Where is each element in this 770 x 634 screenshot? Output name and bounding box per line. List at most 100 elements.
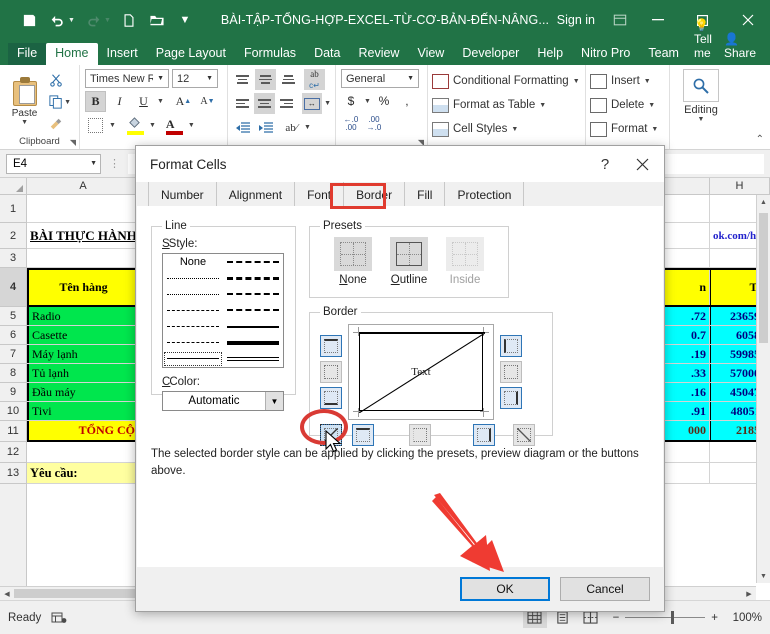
format-painter-button[interactable] — [47, 114, 73, 134]
zoom-track[interactable] — [625, 617, 705, 618]
style-dashed-long-option[interactable] — [163, 319, 223, 335]
border-color-dropdown-icon[interactable]: ▼ — [265, 392, 283, 410]
cut-button[interactable] — [47, 70, 73, 90]
zoom-slider[interactable]: − + — [607, 612, 724, 624]
style-dashed-option[interactable] — [163, 335, 223, 351]
ribbon-tab-help[interactable]: Help — [528, 43, 572, 65]
cell-styles-dropdown-icon[interactable]: ▼ — [511, 126, 518, 133]
font-size-dropdown-icon[interactable]: ▼ — [202, 75, 215, 82]
style-none-option[interactable]: None — [163, 254, 223, 270]
dialog-help-button[interactable]: ? — [588, 146, 622, 182]
border-preview-diagram[interactable]: Text — [348, 324, 494, 420]
ribbon-tab-data[interactable]: Data — [305, 43, 349, 65]
ribbon-tab-formulas[interactable]: Formulas — [235, 43, 305, 65]
ribbon-tab-view[interactable]: View — [408, 43, 453, 65]
decrease-decimal-button[interactable]: .00→.0 — [364, 114, 384, 134]
zoom-in-button[interactable]: + — [711, 612, 718, 624]
paste-dropdown-icon[interactable]: ▼ — [21, 119, 28, 126]
align-center-button[interactable] — [254, 93, 274, 114]
accounting-dropdown-icon[interactable]: ▼ — [364, 98, 371, 105]
conditional-formatting-dropdown-icon[interactable]: ▼ — [573, 78, 580, 85]
scroll-down-icon[interactable]: ▼ — [757, 569, 770, 583]
select-all-corner[interactable] — [0, 178, 27, 194]
name-box[interactable]: E4 ▼ — [6, 154, 101, 174]
ribbon-tab-file[interactable]: File — [8, 43, 46, 65]
cell-a5[interactable]: Radio — [27, 307, 140, 325]
format-as-table-dropdown-icon[interactable]: ▼ — [539, 102, 546, 109]
row-header-13[interactable]: 13 — [0, 463, 26, 484]
scroll-up-icon[interactable]: ▲ — [757, 195, 770, 209]
font-color-dropdown-icon[interactable]: ▼ — [188, 122, 195, 129]
ribbon-tab-insert[interactable]: Insert — [98, 43, 147, 65]
style-dash-medium-option[interactable] — [223, 302, 283, 318]
zoom-thumb[interactable] — [671, 611, 674, 624]
ribbon-tab-home[interactable]: Home — [46, 43, 97, 65]
row-header-5[interactable]: 5 — [0, 307, 26, 326]
row-header-11[interactable]: 11 — [0, 421, 26, 442]
italic-button[interactable]: I — [109, 91, 130, 112]
row-header-10[interactable]: 10 — [0, 402, 26, 421]
row-header-2[interactable]: 2 — [0, 223, 26, 249]
format-cells-button[interactable]: Format ▼ — [590, 117, 665, 141]
border-diagonal-down-button[interactable] — [513, 424, 535, 446]
column-header-a[interactable]: A — [27, 178, 140, 194]
cell-a10[interactable]: Tivi — [27, 402, 140, 420]
merge-and-center-button[interactable]: ↔ — [302, 93, 322, 114]
cell-a1[interactable] — [27, 195, 140, 222]
delete-cells-dropdown-icon[interactable]: ▼ — [648, 102, 655, 109]
cancel-button[interactable]: Cancel — [560, 577, 650, 601]
fill-color-dropdown-icon[interactable]: ▼ — [149, 122, 156, 129]
border-right-edge-button[interactable] — [500, 387, 522, 409]
cell-a9[interactable]: Đầu máy — [27, 383, 140, 401]
dialog-tab-alignment[interactable]: Alignment — [216, 182, 294, 206]
style-dash-dot-option[interactable] — [163, 302, 223, 318]
copy-button[interactable]: ▼ — [47, 92, 73, 112]
line-style-listbox[interactable]: None — [162, 253, 284, 368]
collapse-ribbon-icon[interactable]: ⌃ — [756, 134, 764, 145]
style-thin-solid-option[interactable] — [163, 351, 223, 367]
cell-a2[interactable]: BÀI THỰC HÀNH — [27, 223, 140, 248]
redo-dropdown-icon[interactable]: ▼ — [104, 17, 114, 24]
clipboard-dialog-launcher[interactable]: ◥ — [70, 138, 76, 147]
cell-a4[interactable]: Tên hàng — [27, 270, 140, 305]
dialog-tab-protection[interactable]: Protection — [444, 182, 524, 206]
insert-cells-dropdown-icon[interactable]: ▼ — [644, 78, 651, 85]
ribbon-tab-team[interactable]: Team — [639, 43, 688, 65]
accounting-format-button[interactable]: $ — [341, 91, 361, 111]
border-color-combo[interactable]: Automatic ▼ — [162, 391, 284, 411]
bold-button[interactable]: B — [85, 91, 106, 112]
cell-a12[interactable] — [27, 442, 140, 462]
dialog-tab-number[interactable]: Number — [148, 182, 216, 206]
increase-indent-button[interactable] — [255, 117, 276, 138]
dialog-tab-font[interactable]: Font — [294, 182, 343, 206]
align-bottom-button[interactable] — [278, 69, 299, 90]
text-rotation-dropdown-icon[interactable]: ▼ — [304, 124, 311, 131]
border-top-button[interactable] — [320, 335, 342, 357]
save-icon[interactable] — [16, 7, 42, 33]
border-top-edge-button-2[interactable] — [352, 424, 374, 446]
cell-a6[interactable]: Casette — [27, 326, 140, 344]
fill-color-button[interactable] — [125, 115, 146, 136]
style-medium-solid-option[interactable] — [223, 319, 283, 335]
orientation-button[interactable]: ab c↵ — [304, 69, 325, 90]
style-dotted-option[interactable] — [163, 286, 223, 302]
minimize-button[interactable] — [635, 0, 680, 40]
vertical-scrollbar[interactable]: ▲ ▼ — [756, 195, 770, 583]
editing-dropdown-icon[interactable]: ▼ — [698, 116, 705, 123]
formula-bar-expand-icon[interactable]: ⋮ — [106, 157, 123, 170]
ok-button[interactable]: OK — [460, 577, 550, 601]
paste-button[interactable]: Paste ▼ — [4, 68, 45, 134]
grow-font-button[interactable]: A▲ — [173, 91, 194, 112]
shrink-font-button[interactable]: A▼ — [197, 91, 218, 112]
conditional-formatting-button[interactable]: Conditional Formatting ▼ — [432, 69, 581, 93]
row-header-1[interactable]: 1 — [0, 195, 26, 223]
merge-dropdown-icon[interactable]: ▼ — [324, 100, 331, 107]
row-header-6[interactable]: 6 — [0, 326, 26, 345]
align-right-button[interactable] — [277, 93, 297, 114]
increase-decimal-button[interactable]: ←.0.00 — [341, 114, 361, 134]
cell-styles-button[interactable]: Cell Styles ▼ — [432, 117, 581, 141]
ribbon-display-options-icon[interactable] — [605, 0, 635, 40]
preset-outline-button[interactable]: Outline — [390, 237, 428, 286]
dialog-close-button[interactable] — [622, 146, 662, 182]
row-header-4[interactable]: 4 — [0, 268, 26, 307]
